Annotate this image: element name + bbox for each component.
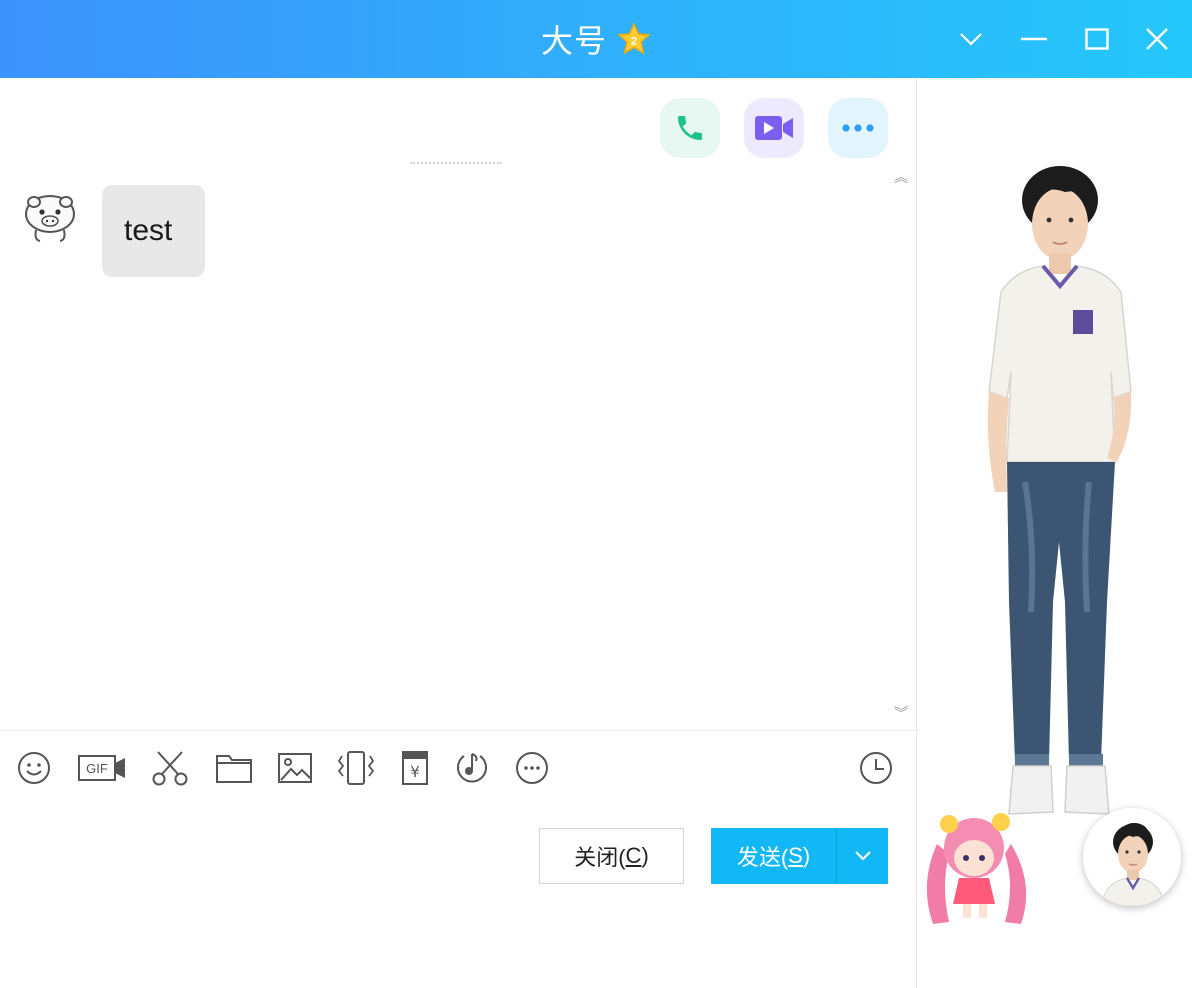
history-hint[interactable] <box>410 162 502 166</box>
gif-button[interactable]: GIF <box>76 746 128 790</box>
image-button[interactable] <box>274 746 316 790</box>
send-options-button[interactable] <box>836 828 888 884</box>
scroll-up-icon[interactable]: ︽ <box>890 170 912 186</box>
close-icon[interactable] <box>1132 14 1182 64</box>
input-divider <box>0 730 916 731</box>
history-button[interactable] <box>856 746 896 790</box>
more-icon <box>842 124 874 132</box>
title-bar[interactable]: 大号 2 <box>0 0 1192 78</box>
window-title: 大号 <box>540 22 607 60</box>
message-bubble[interactable]: test <box>102 185 205 277</box>
avatar[interactable] <box>20 188 82 244</box>
scroll-down-icon[interactable]: ︾ <box>890 706 912 722</box>
history-icon <box>860 752 892 784</box>
shake-button[interactable] <box>334 746 378 790</box>
more-tools-button[interactable] <box>512 746 552 790</box>
avatar[interactable] <box>1083 808 1181 906</box>
maximize-icon[interactable] <box>1072 14 1122 64</box>
more-tools-icon <box>516 752 548 784</box>
phone-icon <box>678 116 702 140</box>
file-button[interactable] <box>212 746 256 790</box>
screenshot-button[interactable] <box>148 746 192 790</box>
red-packet-button[interactable]: ¥ <box>396 746 434 790</box>
chevron-down-icon[interactable] <box>946 14 996 64</box>
vip-star-icon: 2 <box>617 22 651 56</box>
gif-icon: GIF <box>78 755 125 781</box>
close-button-label-end: ) <box>641 843 649 868</box>
emoji-button[interactable] <box>14 746 54 790</box>
character-figure[interactable] <box>965 162 1145 832</box>
video-call-button[interactable] <box>744 98 804 158</box>
more-actions-button[interactable] <box>828 98 888 158</box>
vip-level: 2 <box>631 36 637 48</box>
shake-icon <box>337 751 375 785</box>
voice-call-button[interactable] <box>660 98 720 158</box>
emoji-icon <box>18 752 50 784</box>
music-button[interactable] <box>452 746 492 790</box>
screenshot-icon <box>152 751 188 786</box>
music-icon <box>457 753 487 783</box>
folder-icon <box>216 755 252 783</box>
close-button-label: 关闭( <box>574 845 626 870</box>
close-chat-button[interactable]: 关闭(C) <box>539 828 684 884</box>
pet-figure[interactable] <box>919 804 1039 928</box>
close-button-hotkey: C <box>625 843 642 868</box>
red-packet-icon: ¥ <box>402 751 428 785</box>
chat-pane: ︽ ︾ test GIF ¥ 关闭(C) 发送(S) <box>0 78 916 988</box>
send-button-label-end: ) <box>802 843 811 868</box>
svg-text:¥: ¥ <box>410 763 420 781</box>
show-panel <box>917 78 1192 988</box>
send-button-label: 发送( <box>736 845 789 870</box>
chevron-down-icon <box>854 851 871 861</box>
minimize-icon[interactable] <box>1009 14 1059 64</box>
image-icon <box>278 753 312 783</box>
gif-label: GIF <box>86 761 108 776</box>
send-button-hotkey: S <box>788 843 803 868</box>
send-button[interactable]: 发送(S) <box>711 828 836 884</box>
video-icon <box>755 116 793 140</box>
